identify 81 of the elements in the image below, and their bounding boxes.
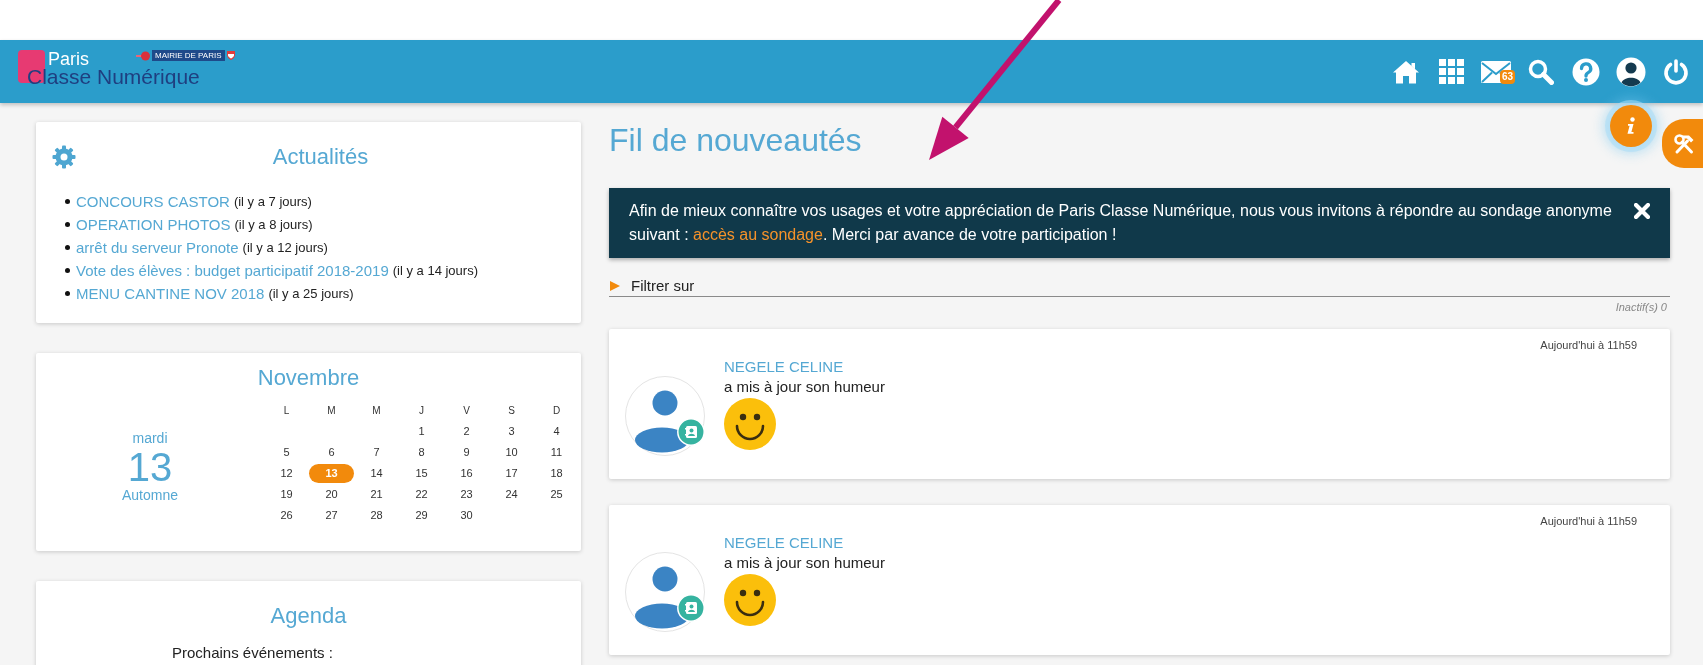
bullet-icon — [65, 222, 70, 227]
calendar-day[interactable]: 23 — [444, 485, 489, 504]
weekday-label: M — [372, 404, 381, 417]
calendar-day[interactable]: 6 — [309, 443, 354, 462]
post-action: a mis à jour son humeur — [724, 553, 885, 573]
bullet-icon — [65, 268, 70, 273]
calendar-day[interactable]: 15 — [399, 464, 444, 483]
card-title: Actualités — [272, 145, 369, 169]
agenda-subtitle: Prochains événements : — [172, 644, 333, 662]
smiley-icon — [724, 574, 776, 626]
weekday-label: M — [327, 404, 336, 417]
month-title: Novembre — [257, 365, 360, 391]
post-time: Aujourd'hui à 11h59 — [1540, 338, 1637, 352]
news-age: (il y a 8 jours) — [234, 216, 313, 233]
calendar-day[interactable]: 16 — [444, 464, 489, 483]
settings-icon[interactable] — [52, 145, 76, 169]
weekday-label: L — [283, 404, 290, 417]
post-action: a mis à jour son humeur — [724, 377, 885, 397]
calendar-day[interactable]: 10 — [489, 443, 534, 462]
calendar-day[interactable]: 9 — [444, 443, 489, 462]
filter-toggle[interactable]: Filtrer sur — [609, 276, 695, 295]
calendar-day[interactable]: 4 — [534, 422, 579, 441]
bullet-icon — [65, 199, 70, 204]
calendar-day[interactable]: 2 — [444, 422, 489, 441]
calendar-day[interactable]: 12 — [264, 464, 309, 483]
weekday-text: mardi — [132, 429, 168, 447]
survey-link[interactable]: accès au sondage — [693, 226, 823, 243]
tools-icon — [1673, 132, 1695, 155]
contact-card-icon — [677, 594, 705, 622]
mail-icon[interactable] — [1481, 60, 1511, 83]
weekday-label: V — [463, 404, 470, 417]
power-icon[interactable] — [1663, 58, 1689, 85]
calendar-day[interactable]: 26 — [264, 506, 309, 525]
weekday-label: J — [419, 404, 424, 417]
calendar-day[interactable]: 30 — [444, 506, 489, 525]
calendar-day[interactable]: 22 — [399, 485, 444, 504]
calendar-day[interactable]: 19 — [264, 485, 309, 504]
calendar-day[interactable]: 27 — [309, 506, 354, 525]
contact-card-icon — [677, 418, 705, 446]
post-time: Aujourd'hui à 11h59 — [1540, 514, 1637, 528]
calendar-day[interactable]: 29 — [399, 506, 444, 525]
calendar-day[interactable]: 5 — [264, 443, 309, 462]
calendar-day[interactable]: 20 — [309, 485, 354, 504]
calendar-day[interactable]: 7 — [354, 443, 399, 462]
calendar-day[interactable]: 25 — [534, 485, 579, 504]
city-hall-label: MAIRIE DE PARIS — [152, 50, 225, 61]
calendar-day[interactable]: 3 — [489, 422, 534, 441]
info-icon — [1625, 117, 1637, 135]
news-age: (il y a 12 jours) — [242, 239, 328, 256]
account-icon[interactable] — [1616, 56, 1646, 87]
shield-icon — [226, 51, 235, 60]
calendar-day[interactable]: 14 — [354, 464, 399, 483]
home-icon[interactable] — [1392, 59, 1420, 84]
weekday-label: D — [552, 404, 561, 417]
bullet-icon — [65, 291, 70, 296]
apps-grid-icon[interactable] — [1438, 59, 1464, 84]
news-age: (il y a 7 jours) — [233, 193, 312, 210]
news-age: (il y a 25 jours) — [268, 285, 354, 302]
calendar-day[interactable]: 28 — [354, 506, 399, 525]
news-age: (il y a 14 jours) — [392, 262, 478, 279]
close-icon[interactable] — [1634, 203, 1650, 219]
season-text: Automne — [121, 487, 178, 503]
calendar-day[interactable]: 8 — [399, 443, 444, 462]
page-title: Fil de nouveautés — [609, 122, 862, 158]
bullet-icon — [65, 245, 70, 250]
calendar-day[interactable]: 24 — [489, 485, 534, 504]
help-icon[interactable] — [1572, 57, 1600, 86]
calendar-day[interactable]: 17 — [489, 464, 534, 483]
calendar-day[interactable]: 18 — [534, 464, 579, 483]
smiley-icon — [724, 398, 776, 450]
inactive-count: Inactif(s) 0 — [1615, 300, 1667, 314]
calendar-day[interactable]: 1 — [399, 422, 444, 441]
card-title: Agenda — [270, 603, 347, 629]
calendar-day[interactable]: 11 — [534, 443, 579, 462]
emblem-icon — [136, 50, 150, 61]
logo-text: Paris — [48, 50, 89, 67]
day-number: 13 — [127, 447, 173, 487]
survey-message: Afin de mieux connaître vos usages et votre appréciation de Paris Classe Numérique, nous vous invitons à répondre au sondage anonyme suivant : accès au sondage. Merci par avance de votre participation ! — [629, 201, 1613, 245]
calendar-day[interactable]: 21 — [354, 485, 399, 504]
weekday-label: S — [508, 404, 515, 417]
search-icon[interactable] — [1528, 58, 1554, 85]
